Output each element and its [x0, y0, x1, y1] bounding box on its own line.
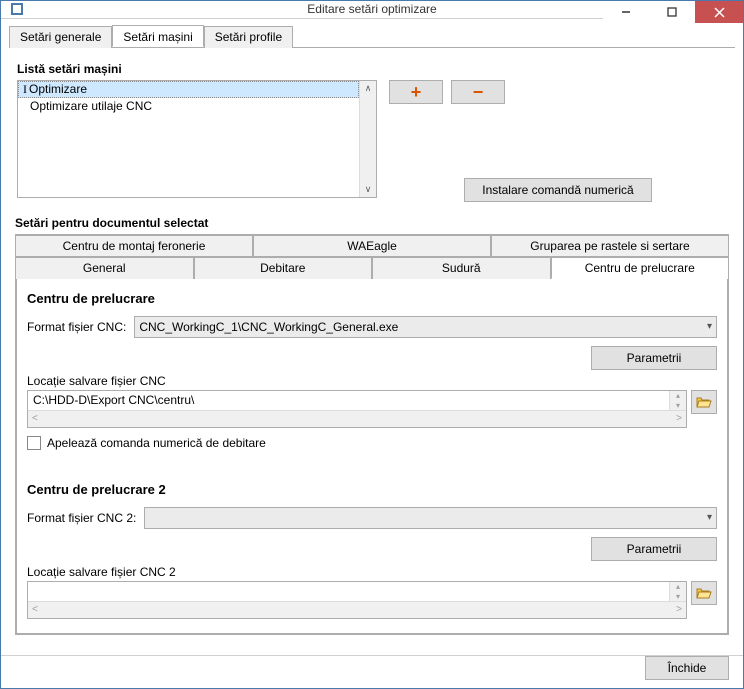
vscrollbar[interactable]: ▴ ▾: [669, 582, 686, 601]
scroll-up-icon: ▴: [676, 391, 680, 400]
maximize-button[interactable]: [649, 1, 695, 23]
app-icon: [9, 1, 25, 17]
doc-section-title: Setări pentru documentul selectat: [15, 216, 729, 230]
wc2-loc-label: Locație salvare fișier CNC 2: [27, 565, 717, 579]
close-dialog-button[interactable]: Închide: [645, 656, 729, 680]
wc1-browse-button[interactable]: [691, 390, 717, 414]
scroll-down-icon: ▾: [676, 592, 680, 601]
wc1-loc-label: Locație salvare fișier CNC: [27, 374, 717, 388]
main-tabstrip: Setări generale Setări mașini Setări pro…: [9, 25, 735, 48]
tab-cutting[interactable]: Debitare: [194, 257, 373, 279]
scroll-down-icon[interactable]: ∨: [361, 182, 376, 197]
scroll-up-icon: ▴: [676, 582, 680, 591]
install-nc-button[interactable]: Instalare comandă numerică: [464, 178, 652, 202]
close-button[interactable]: [695, 1, 743, 23]
window-controls: [603, 1, 743, 23]
wc1-call-checkbox[interactable]: [27, 436, 41, 450]
minimize-button[interactable]: [603, 1, 649, 23]
tab-fittings[interactable]: Centru de montaj feronerie: [16, 235, 253, 257]
tab-machine-settings[interactable]: Setări mașini: [112, 25, 203, 47]
wc1-loc-input[interactable]: C:\HDD-D\Export CNC\centru\ ▴ ▾ < >: [27, 390, 687, 428]
scroll-right-icon: >: [676, 604, 682, 615]
scroll-right-icon: >: [676, 413, 682, 424]
tab-general[interactable]: General: [16, 257, 194, 279]
client-area: Setări generale Setări mașini Setări pro…: [1, 19, 743, 649]
wc1-title: Centru de prelucrare: [27, 291, 717, 306]
remove-button[interactable]: −: [451, 80, 505, 104]
machine-listbox[interactable]: I Optimizare Optimizare utilaje CNC ∧ ∨: [17, 80, 377, 198]
workcenter-panel: Centru de prelucrare Format fișier CNC: …: [16, 279, 728, 634]
vscrollbar[interactable]: ▴ ▾: [669, 391, 686, 410]
machine-list-title: Listă setări mașini: [17, 62, 727, 76]
list-item-label: Optimizare utilaje CNC: [30, 99, 152, 113]
folder-open-icon: [696, 586, 712, 600]
scroll-left-icon: <: [32, 413, 38, 424]
titlebar: Editare setări optimizare: [1, 1, 743, 19]
window: Editare setări optimizare Setări general…: [0, 0, 744, 689]
text-cursor-icon: I: [23, 82, 27, 96]
scroll-down-icon: ▾: [676, 401, 680, 410]
footer: Închide: [1, 655, 743, 688]
wc2-title: Centru de prelucrare 2: [27, 482, 717, 497]
wc1-format-value: CNC_WorkingC_1\CNC_WorkingC_General.exe: [139, 320, 398, 334]
tab-workcenter[interactable]: Centru de prelucrare: [551, 257, 729, 279]
list-item-label: Optimizare: [29, 82, 87, 96]
tab-general-settings[interactable]: Setări generale: [9, 26, 112, 48]
wc2-browse-button[interactable]: [691, 581, 717, 605]
add-button[interactable]: +: [389, 80, 443, 104]
wc1-params-button[interactable]: Parametrii: [591, 346, 717, 370]
wc2-format-select[interactable]: ▾: [144, 507, 717, 529]
machine-settings-panel: Listă setări mașini I Optimizare Optimiz…: [9, 48, 735, 210]
tab-profile-settings[interactable]: Setări profile: [204, 26, 293, 48]
wc1-call-label: Apelează comanda numerică de debitare: [47, 436, 266, 450]
wc1-format-select[interactable]: CNC_WorkingC_1\CNC_WorkingC_General.exe …: [134, 316, 717, 338]
list-item[interactable]: Optimizare utilaje CNC: [18, 98, 359, 115]
scroll-left-icon: <: [32, 604, 38, 615]
doc-settings-group: Centru de montaj feronerie WAEagle Grupa…: [15, 234, 729, 635]
list-item[interactable]: I Optimizare: [18, 81, 359, 98]
chevron-down-icon: ▾: [707, 321, 712, 332]
list-scrollbar[interactable]: ∧ ∨: [359, 81, 376, 197]
tab-waeagle[interactable]: WAEagle: [253, 235, 491, 257]
hscrollbar[interactable]: < >: [28, 601, 686, 618]
tab-grouping[interactable]: Gruparea pe rastele si sertare: [491, 235, 728, 257]
hscrollbar[interactable]: < >: [28, 410, 686, 427]
wc2-loc-input[interactable]: ▴ ▾ < >: [27, 581, 687, 619]
scroll-up-icon[interactable]: ∧: [361, 81, 376, 96]
wc1-format-label: Format fișier CNC:: [27, 320, 126, 334]
tab-welding[interactable]: Sudură: [372, 257, 551, 279]
wc2-params-button[interactable]: Parametrii: [591, 537, 717, 561]
folder-open-icon: [696, 395, 712, 409]
chevron-down-icon: ▾: [707, 512, 712, 523]
wc2-format-label: Format fișier CNC 2:: [27, 511, 136, 525]
